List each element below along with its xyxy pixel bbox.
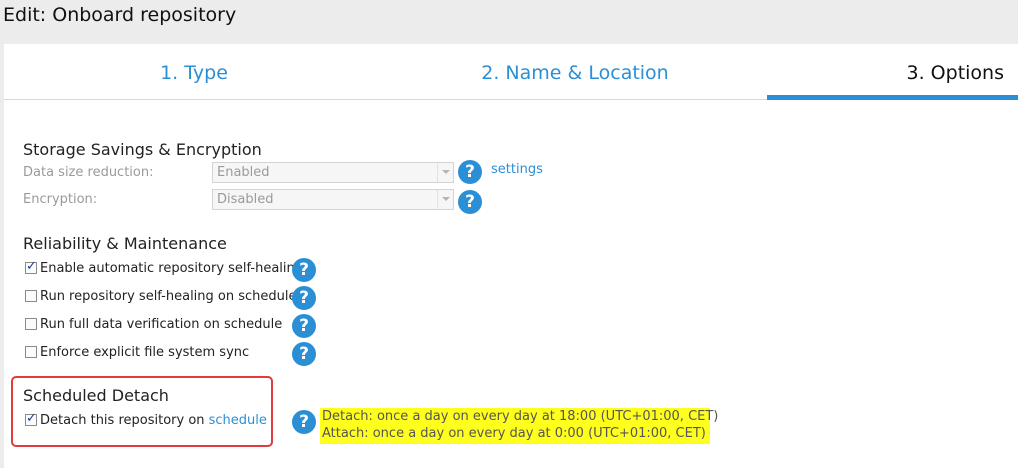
encryption-value: Disabled [217, 192, 274, 207]
detach-label: Detach this repository on schedule [40, 413, 267, 428]
data-size-reduction-value: Enabled [217, 165, 270, 180]
detach-label-text[interactable]: Detach this repository on [40, 413, 209, 428]
chevron-down-icon [437, 163, 453, 182]
tab-name-location[interactable]: 2. Name & Location [430, 44, 720, 100]
full-verification-checkbox[interactable] [25, 318, 37, 330]
wizard-panel: 1. Type 2. Name & Location 3. Options St… [4, 44, 1018, 468]
detach-checkbox[interactable] [25, 411, 37, 426]
self-healing-schedule-label[interactable]: Run repository self-healing on schedule [40, 289, 297, 304]
tab-options[interactable]: 3. Options [767, 44, 1018, 100]
reliability-section-title: Reliability & Maintenance [23, 234, 227, 253]
help-icon[interactable]: ? [292, 342, 316, 366]
self-healing-schedule-checkbox[interactable] [25, 290, 37, 302]
schedule-summary: Detach: once a day on every day at 18:00… [320, 408, 719, 444]
full-verification-label[interactable]: Run full data verification on schedule [40, 317, 282, 332]
settings-link[interactable]: settings [491, 162, 543, 177]
data-size-reduction-select[interactable]: Enabled [212, 162, 454, 183]
help-icon[interactable]: ? [458, 190, 482, 214]
help-icon[interactable]: ? [458, 160, 482, 184]
wizard-tabs: 1. Type 2. Name & Location 3. Options [4, 44, 1018, 100]
encryption-select[interactable]: Disabled [212, 189, 454, 210]
encryption-label: Encryption: [23, 192, 98, 207]
self-healing-label[interactable]: Enable automatic repository self-healing [40, 261, 303, 276]
attach-schedule-text: Attach: once a day on every day at 0:00 … [322, 426, 706, 441]
detach-schedule-text: Detach: once a day on every day at 18:00… [322, 409, 719, 424]
tab-type[interactable]: 1. Type [44, 44, 344, 100]
chevron-down-icon [437, 190, 453, 209]
scheduled-detach-section-title: Scheduled Detach [23, 386, 169, 405]
fs-sync-checkbox[interactable] [25, 346, 37, 358]
data-size-reduction-label: Data size reduction: [23, 165, 154, 180]
storage-section-title: Storage Savings & Encryption [23, 140, 262, 159]
active-tab-indicator [767, 95, 1018, 100]
help-icon[interactable]: ? [292, 286, 316, 310]
fs-sync-label[interactable]: Enforce explicit file system sync [40, 345, 249, 360]
title-bar: Edit: Onboard repository [0, 0, 1018, 44]
self-healing-checkbox[interactable] [25, 259, 37, 274]
schedule-link[interactable]: schedule [209, 413, 267, 428]
window-title: Edit: Onboard repository [3, 4, 237, 26]
help-icon[interactable]: ? [292, 410, 316, 434]
help-icon[interactable]: ? [292, 314, 316, 338]
help-icon[interactable]: ? [292, 258, 316, 282]
